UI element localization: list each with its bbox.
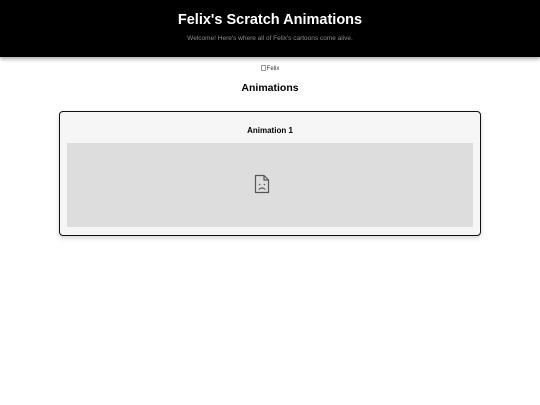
profile-image-alt-text: Felix [266, 66, 280, 72]
sad-page-icon [254, 174, 270, 194]
broken-image-icon [260, 65, 266, 72]
profile-image: Felix [0, 65, 540, 74]
animation-card: Animation 1 [59, 111, 481, 236]
animations-heading: Animations [241, 82, 299, 94]
site-header: Felix's Scratch Animations Welcome! Here… [0, 0, 540, 57]
animation-title: Animation 1 [247, 126, 293, 135]
animation-embed-frame[interactable] [67, 143, 473, 227]
page-title: Felix's Scratch Animations [177, 12, 363, 28]
header-subtitle: Welcome! Here's where all of Felix's car… [187, 35, 353, 42]
